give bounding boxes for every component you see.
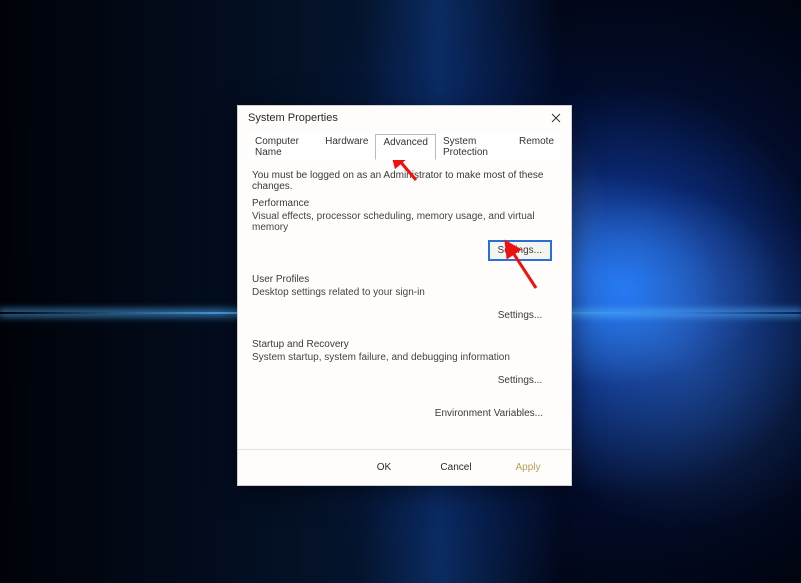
startup-title: Startup and Recovery [252, 339, 559, 350]
startup-desc: System startup, system failure, and debu… [252, 352, 559, 363]
performance-desc: Visual effects, processor scheduling, me… [252, 211, 559, 233]
user-profiles-settings-button[interactable]: Settings... [489, 306, 551, 325]
titlebar: System Properties [238, 106, 571, 130]
system-properties-dialog: System Properties Computer Name Hardware… [237, 105, 572, 486]
startup-settings-button[interactable]: Settings... [489, 371, 551, 390]
dialog-title: System Properties [248, 112, 338, 124]
ok-button[interactable]: OK [355, 458, 413, 477]
dialog-button-bar: OK Cancel Apply [238, 449, 571, 485]
tab-computer-name[interactable]: Computer Name [248, 134, 318, 160]
tab-content-advanced: You must be logged on as an Administrato… [238, 160, 571, 449]
environment-variables-button[interactable]: Environment Variables... [427, 404, 551, 423]
tab-system-protection[interactable]: System Protection [436, 134, 512, 160]
tab-hardware[interactable]: Hardware [318, 134, 375, 160]
user-profiles-title: User Profiles [252, 274, 559, 285]
tab-advanced[interactable]: Advanced [375, 134, 435, 160]
user-profiles-desc: Desktop settings related to your sign-in [252, 287, 559, 298]
cancel-button[interactable]: Cancel [427, 458, 485, 477]
performance-title: Performance [252, 198, 559, 209]
apply-button[interactable]: Apply [499, 458, 557, 477]
performance-settings-button[interactable]: Settings... [489, 241, 551, 260]
admin-note: You must be logged on as an Administrato… [252, 170, 559, 192]
tab-remote[interactable]: Remote [512, 134, 561, 160]
tab-strip: Computer Name Hardware Advanced System P… [238, 130, 571, 160]
close-icon[interactable] [547, 109, 565, 127]
